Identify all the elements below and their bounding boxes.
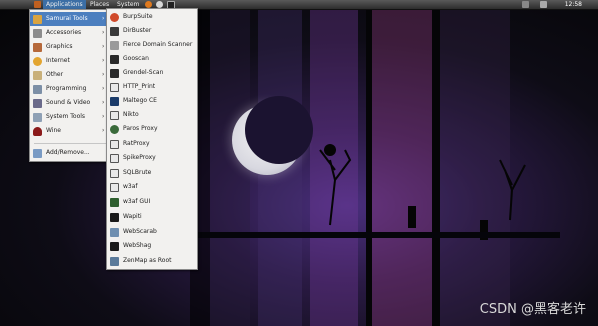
submenu-item-nikto[interactable]: Nikto bbox=[107, 108, 197, 122]
firefox-icon[interactable] bbox=[145, 1, 152, 8]
submenu-item-w3af[interactable]: w3af bbox=[107, 180, 197, 194]
chevron-right-icon: › bbox=[102, 85, 105, 92]
submenu-item-gooscan[interactable]: Gooscan bbox=[107, 52, 197, 66]
submenu-item-maltego[interactable]: Maltego CE bbox=[107, 94, 197, 108]
burpsuite-icon bbox=[110, 13, 119, 22]
applications-dropdown: Samurai Tools › Accessories › Graphics ›… bbox=[29, 9, 111, 162]
gnome-foot-icon[interactable] bbox=[34, 1, 41, 8]
chevron-right-icon: › bbox=[102, 43, 105, 50]
volume-icon[interactable] bbox=[540, 1, 547, 8]
grendel-scan-icon bbox=[110, 69, 119, 78]
menu-item-samurai-tools[interactable]: Samurai Tools › bbox=[30, 12, 110, 26]
submenu-item-spikeproxy[interactable]: SpikeProxy bbox=[107, 151, 197, 165]
w3af-gui-icon bbox=[110, 198, 119, 207]
submenu-item-ratproxy[interactable]: RatProxy bbox=[107, 137, 197, 151]
w3af-icon bbox=[110, 183, 119, 192]
chevron-right-icon: › bbox=[102, 57, 105, 64]
clock[interactable]: 12:58 bbox=[565, 0, 582, 9]
chevron-right-icon: › bbox=[102, 99, 105, 106]
menu-item-add-remove[interactable]: Add/Remove... bbox=[30, 146, 110, 160]
menu-item-programming[interactable]: Programming › bbox=[30, 82, 110, 96]
menu-item-internet[interactable]: Internet › bbox=[30, 54, 110, 68]
accessories-icon bbox=[33, 29, 42, 38]
chevron-right-icon: › bbox=[102, 15, 105, 22]
submenu-item-dirbuster[interactable]: DirBuster bbox=[107, 24, 197, 38]
menu-item-wine[interactable]: Wine › bbox=[30, 124, 110, 138]
sound-video-icon bbox=[33, 99, 42, 108]
dirbuster-icon bbox=[110, 27, 119, 36]
webshag-icon bbox=[110, 242, 119, 251]
applications-menu[interactable]: Applications bbox=[43, 0, 86, 9]
menu-item-sound-video[interactable]: Sound & Video › bbox=[30, 96, 110, 110]
samurai-tools-submenu: BurpSuite DirBuster Fierce Domain Scanne… bbox=[106, 8, 198, 270]
menu-item-accessories[interactable]: Accessories › bbox=[30, 26, 110, 40]
submenu-item-wapiti[interactable]: Wapiti bbox=[107, 210, 197, 224]
gooscan-icon bbox=[110, 55, 119, 64]
submenu-item-webscarab[interactable]: WebScarab bbox=[107, 225, 197, 239]
chevron-right-icon: › bbox=[102, 29, 105, 36]
webscarab-icon bbox=[110, 228, 119, 237]
chevron-right-icon: › bbox=[102, 71, 105, 78]
submenu-item-grendel-scan[interactable]: Grendel-Scan bbox=[107, 66, 197, 80]
add-remove-icon bbox=[33, 149, 42, 158]
submenu-item-zenmap[interactable]: ZenMap as Root bbox=[107, 254, 197, 268]
submenu-item-httprint[interactable]: HTTP_Print bbox=[107, 80, 197, 94]
chevron-right-icon: › bbox=[102, 127, 105, 134]
ground-line bbox=[190, 232, 560, 238]
ratproxy-icon bbox=[110, 140, 119, 149]
menu-separator bbox=[34, 143, 106, 144]
submenu-item-burpsuite[interactable]: BurpSuite bbox=[107, 10, 197, 24]
system-tools-icon bbox=[33, 113, 42, 122]
menu-item-system-tools[interactable]: System Tools › bbox=[30, 110, 110, 124]
menu-item-other[interactable]: Other › bbox=[30, 68, 110, 82]
graphics-icon bbox=[33, 43, 42, 52]
internet-icon bbox=[33, 57, 42, 66]
submenu-item-w3af-gui[interactable]: w3af GUI bbox=[107, 195, 197, 209]
submenu-item-webshag[interactable]: WebShag bbox=[107, 239, 197, 253]
folder-icon bbox=[33, 15, 42, 24]
fierce-icon bbox=[110, 41, 119, 50]
spikeproxy-icon bbox=[110, 154, 119, 163]
sqlbrute-icon bbox=[110, 169, 119, 178]
maltego-icon bbox=[110, 97, 119, 106]
chevron-right-icon: › bbox=[102, 113, 105, 120]
other-icon bbox=[33, 71, 42, 80]
menu-item-graphics[interactable]: Graphics › bbox=[30, 40, 110, 54]
httprint-icon bbox=[110, 83, 119, 92]
network-icon[interactable] bbox=[522, 1, 529, 8]
wapiti-icon bbox=[110, 213, 119, 222]
watermark: CSDN @黑客老许 bbox=[479, 302, 586, 317]
zenmap-icon bbox=[110, 257, 119, 266]
submenu-item-sqlbrute[interactable]: SQLBrute bbox=[107, 166, 197, 180]
programming-icon bbox=[33, 85, 42, 94]
submenu-item-paros[interactable]: Paros Proxy bbox=[107, 122, 197, 136]
help-icon[interactable] bbox=[156, 1, 163, 8]
submenu-item-fierce[interactable]: Fierce Domain Scanner bbox=[107, 38, 197, 52]
wine-icon bbox=[33, 127, 42, 136]
nikto-icon bbox=[110, 111, 119, 120]
paros-icon bbox=[110, 125, 119, 134]
